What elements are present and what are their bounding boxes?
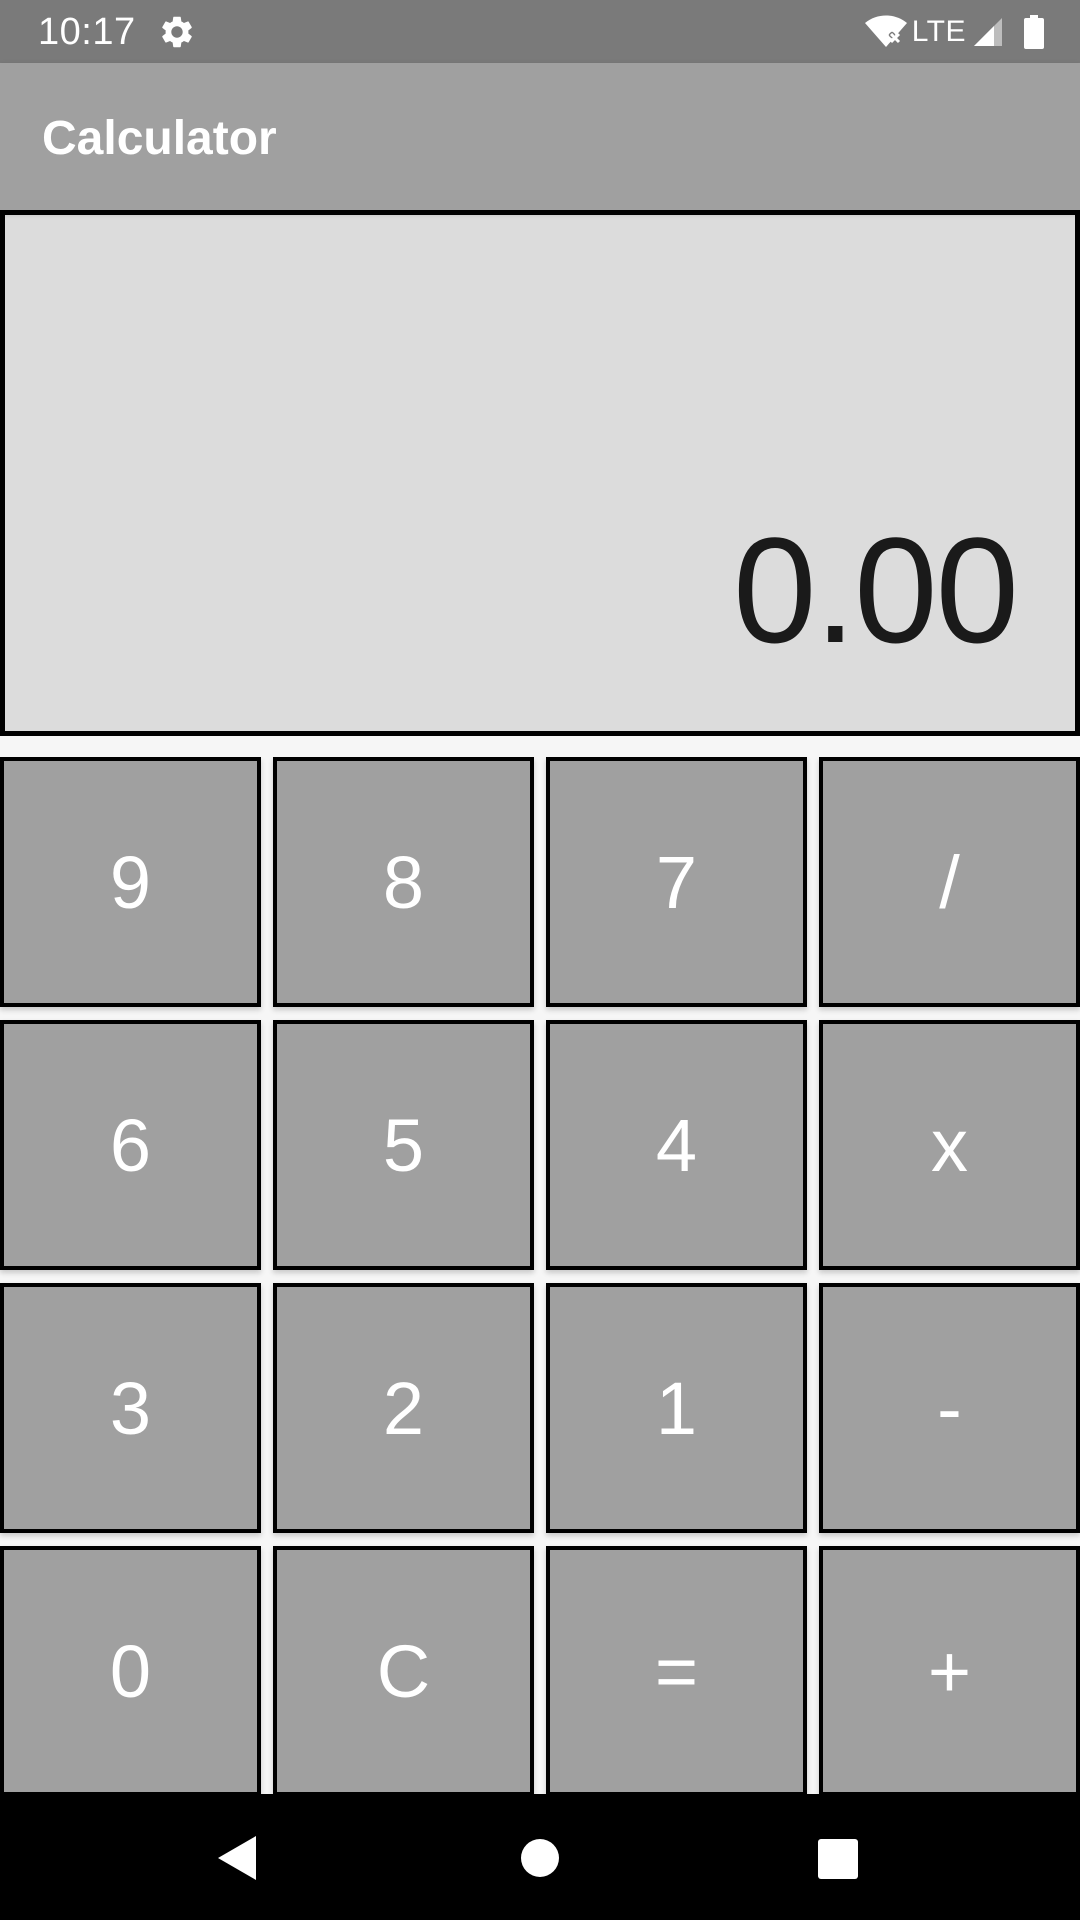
keypad: 9 8 7 / 6 5 4 x 3 2 1 - 0 C = +: [0, 757, 1080, 1794]
network-type-label: LTE: [911, 15, 966, 48]
home-icon[interactable]: [520, 1838, 560, 1878]
back-icon[interactable]: [216, 1834, 260, 1882]
key-6[interactable]: 6: [0, 1020, 261, 1270]
multiply-button[interactable]: x: [819, 1020, 1080, 1270]
key-2[interactable]: 2: [273, 1283, 534, 1533]
equals-button[interactable]: =: [546, 1546, 807, 1794]
key-8[interactable]: 8: [273, 757, 534, 1007]
signal-icon: [974, 18, 1002, 46]
navigation-bar: [0, 1794, 1080, 1920]
key-3[interactable]: 3: [0, 1283, 261, 1533]
battery-icon: [1024, 15, 1044, 49]
recents-icon[interactable]: [818, 1839, 858, 1879]
key-7[interactable]: 7: [546, 757, 807, 1007]
display-value: 0.00: [733, 506, 1019, 674]
key-5[interactable]: 5: [273, 1020, 534, 1270]
key-9[interactable]: 9: [0, 757, 261, 1007]
subtract-button[interactable]: -: [819, 1283, 1080, 1533]
status-time: 10:17: [38, 11, 136, 53]
status-bar: 10:17 LTE: [0, 0, 1080, 63]
wifi-icon: [864, 15, 907, 47]
clear-button[interactable]: C: [273, 1546, 534, 1794]
add-button[interactable]: +: [819, 1546, 1080, 1794]
app-bar: Calculator: [0, 63, 1080, 210]
status-icons: LTE: [864, 12, 1044, 52]
key-1[interactable]: 1: [546, 1283, 807, 1533]
key-4[interactable]: 4: [546, 1020, 807, 1270]
key-0[interactable]: 0: [0, 1546, 261, 1794]
result-display: 0.00: [0, 210, 1080, 736]
gear-icon: [162, 16, 192, 48]
app-title: Calculator: [42, 112, 277, 165]
divide-button[interactable]: /: [819, 757, 1080, 1007]
